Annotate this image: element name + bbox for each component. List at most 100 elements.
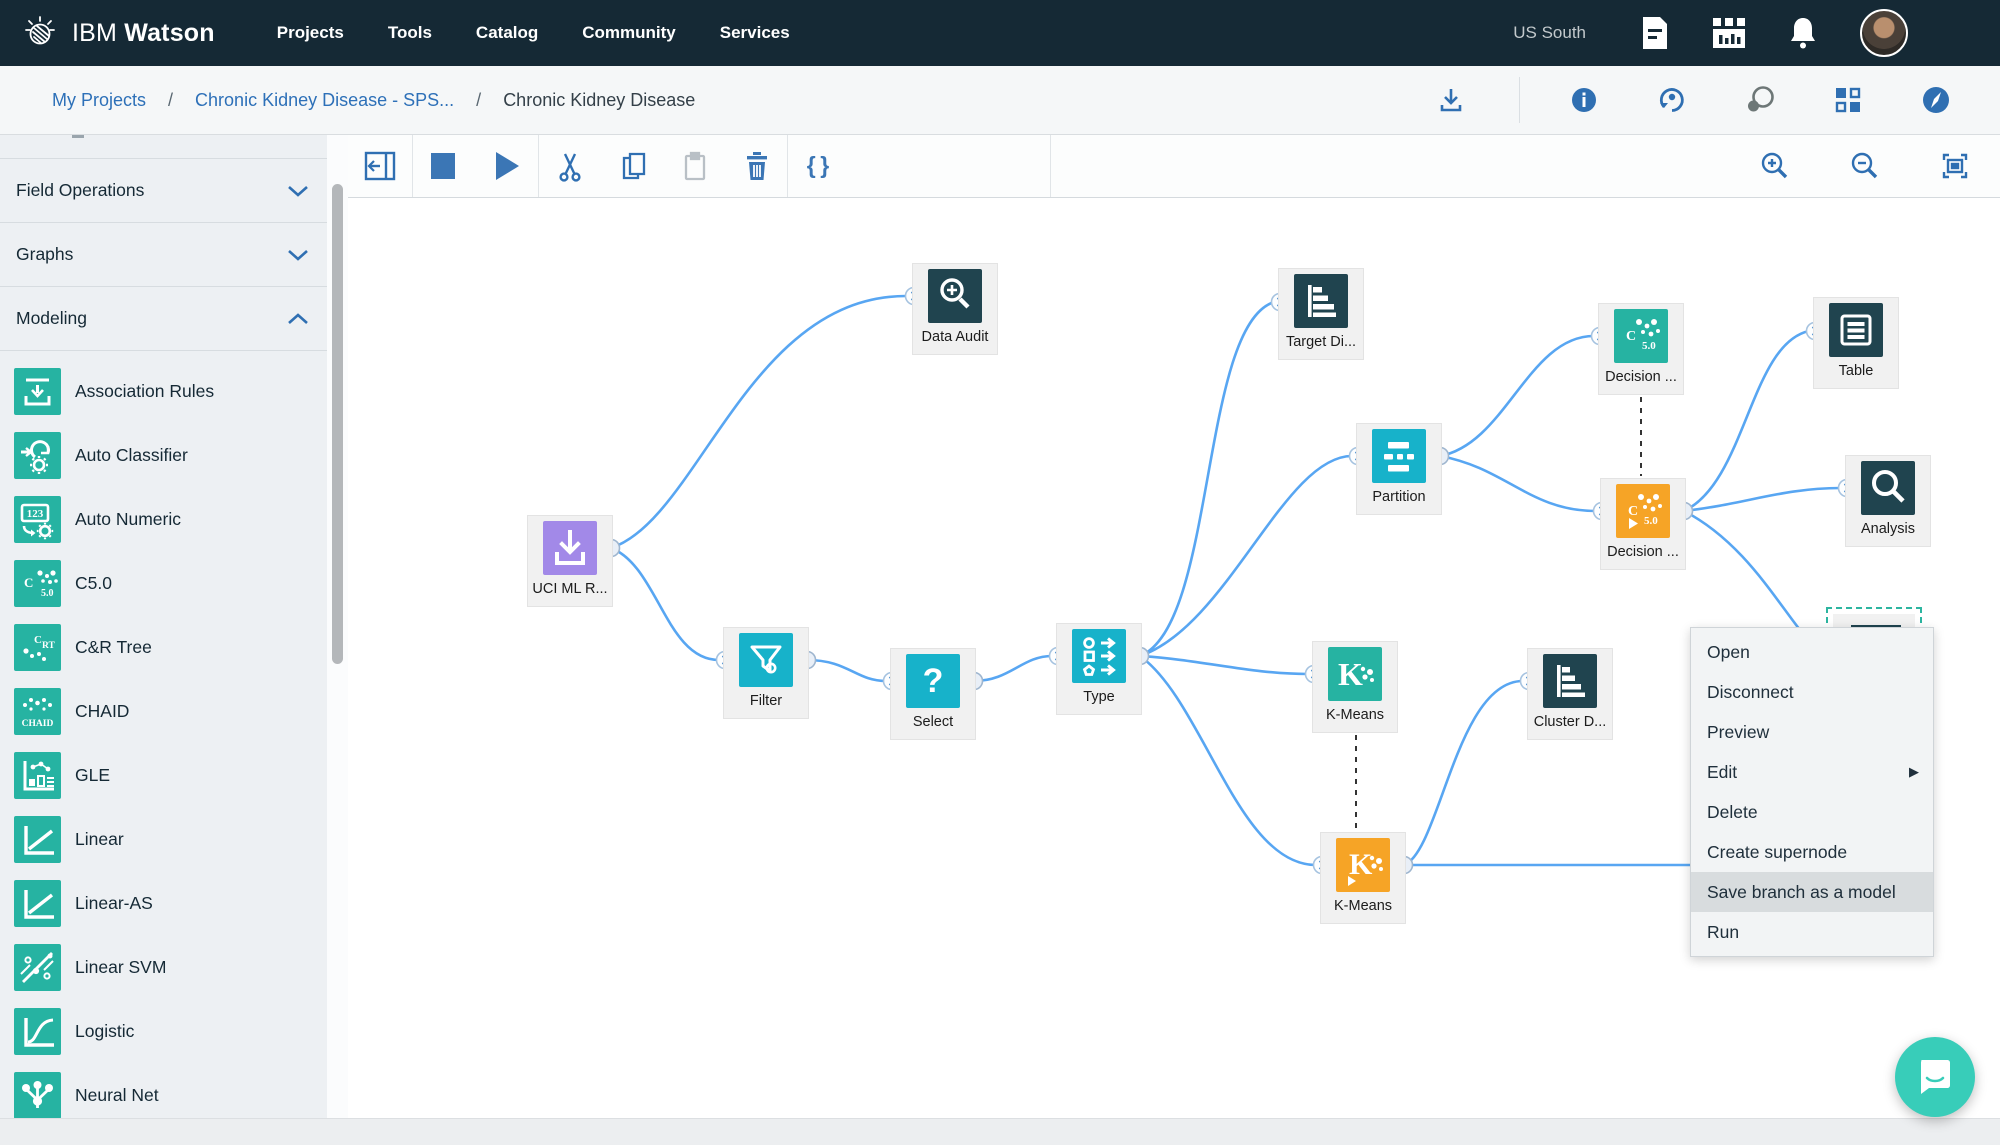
- nav-item-tools[interactable]: Tools: [388, 23, 432, 43]
- fit-to-view-icon[interactable]: [1933, 134, 1977, 197]
- document-icon[interactable]: [1638, 16, 1672, 50]
- connection-wire: [1683, 509, 1802, 631]
- palette-item-neural-net[interactable]: Neural Net: [0, 1063, 327, 1118]
- hide-palette-icon[interactable]: [358, 134, 402, 197]
- kmeans-model-icon: K: [1336, 838, 1390, 892]
- apps-icon[interactable]: [1712, 16, 1746, 50]
- node-analysis[interactable]: Analysis: [1845, 455, 1931, 547]
- menu-item-disconnect[interactable]: Disconnect: [1691, 672, 1933, 712]
- connection-wire: [1683, 329, 1810, 513]
- zoom-out-icon[interactable]: [1843, 134, 1887, 197]
- copy-icon[interactable]: [611, 134, 655, 197]
- import-icon: [543, 521, 597, 575]
- comments-icon[interactable]: [1740, 80, 1780, 120]
- chevron-down-icon: [288, 185, 308, 197]
- node-label: Table: [1838, 363, 1874, 379]
- bottom-scrollbar-track[interactable]: [0, 1118, 2000, 1145]
- palette-item-logistic[interactable]: Logistic: [0, 999, 327, 1063]
- node-uci-ml-source[interactable]: UCI ML R...: [527, 515, 613, 607]
- palette-item-linear[interactable]: Linear: [0, 807, 327, 871]
- nav-item-catalog[interactable]: Catalog: [476, 23, 538, 43]
- connection-wire: [610, 546, 720, 662]
- paste-icon[interactable]: [673, 134, 717, 197]
- download-icon[interactable]: [1431, 80, 1471, 120]
- info-icon[interactable]: [1564, 80, 1604, 120]
- breadcrumb-project[interactable]: Chronic Kidney Disease - SPS...: [195, 90, 454, 111]
- node-partition[interactable]: Partition: [1356, 423, 1442, 515]
- palette-item-cr-tree[interactable]: C RT C&R Tree: [0, 615, 327, 679]
- svg-text:C: C: [24, 575, 33, 590]
- palette-item-label: CHAID: [75, 700, 130, 721]
- brand-text: IBM Watson: [72, 18, 215, 47]
- breadcrumb-bar: My Projects / Chronic Kidney Disease - S…: [0, 66, 2000, 135]
- run-icon[interactable]: [485, 134, 529, 197]
- svg-text:C: C: [34, 634, 42, 646]
- cut-icon[interactable]: [548, 134, 592, 197]
- blocks-icon[interactable]: [1828, 80, 1868, 120]
- palette-item-association-rules[interactable]: Association Rules: [0, 359, 327, 423]
- breadcrumb: My Projects / Chronic Kidney Disease - S…: [52, 90, 695, 111]
- node-label: Decision ...: [1607, 544, 1679, 560]
- node-cluster-distribution[interactable]: Cluster D...: [1527, 648, 1613, 740]
- menu-item-create-supernode[interactable]: Create supernode: [1691, 832, 1933, 872]
- chat-bubble-icon: [1921, 1060, 1950, 1094]
- palette-section-field-operations[interactable]: Field Operations: [0, 159, 327, 223]
- connection-wire: [1139, 454, 1353, 658]
- node-decision-c50[interactable]: C 5.0 Decision ...: [1598, 303, 1684, 395]
- avatar[interactable]: [1860, 9, 1908, 57]
- nav-item-projects[interactable]: Projects: [277, 23, 344, 43]
- node-data-audit[interactable]: Data Audit: [912, 263, 998, 355]
- region-label[interactable]: US South: [1513, 23, 1586, 43]
- palette-partial-row: [0, 134, 327, 159]
- node-label: Analysis: [1861, 521, 1915, 537]
- menu-item-delete[interactable]: Delete: [1691, 792, 1933, 832]
- palette-item-gle[interactable]: GLE: [0, 743, 327, 807]
- palette-item-c50[interactable]: C 5.0 C5.0: [0, 551, 327, 615]
- flow-canvas[interactable]: UCI ML R... Data Audit Filter ? Select T…: [348, 198, 2000, 1144]
- notifications-bell-icon[interactable]: [1786, 16, 1820, 50]
- palette-item-auto-numeric[interactable]: 123 Auto Numeric: [0, 487, 327, 551]
- palette-item-linear-svm[interactable]: Linear SVM: [0, 935, 327, 999]
- node-label: Target Di...: [1285, 334, 1357, 350]
- menu-item-edit[interactable]: Edit ▶: [1691, 752, 1933, 792]
- sidebar-scrollbar-track[interactable]: [327, 134, 348, 1118]
- data-audit-icon: [928, 269, 982, 323]
- node-kmeans[interactable]: K K-Means: [1312, 641, 1398, 733]
- node-label: Decision ...: [1605, 369, 1677, 385]
- connection-wire: [1439, 454, 1597, 513]
- chat-launcher-button[interactable]: [1895, 1037, 1975, 1117]
- menu-item-run[interactable]: Run: [1691, 912, 1933, 952]
- nav-item-community[interactable]: Community: [582, 23, 676, 43]
- palette-section-graphs[interactable]: Graphs: [0, 223, 327, 287]
- node-kmeans-nugget[interactable]: K K-Means: [1320, 832, 1406, 924]
- node-filter[interactable]: Filter: [723, 627, 809, 719]
- breadcrumb-my-projects[interactable]: My Projects: [52, 90, 146, 111]
- stop-icon[interactable]: [421, 134, 465, 197]
- ibm-watson-logo[interactable]: IBM Watson: [22, 13, 215, 54]
- connection-wire: [1139, 654, 1317, 867]
- node-target-distribution[interactable]: Target Di...: [1278, 268, 1364, 360]
- menu-item-save-branch-as-model[interactable]: Save branch as a model: [1691, 872, 1933, 912]
- section-label: Modeling: [16, 308, 88, 328]
- palette-section-modeling[interactable]: Modeling: [0, 287, 327, 351]
- palette-item-label: Linear: [75, 828, 124, 849]
- history-icon[interactable]: [1652, 80, 1692, 120]
- code-braces-icon[interactable]: { }: [796, 134, 840, 197]
- node-label: Filter: [749, 693, 783, 709]
- palette-item-chaid[interactable]: CHAID CHAID: [0, 679, 327, 743]
- menu-item-preview[interactable]: Preview: [1691, 712, 1933, 752]
- compass-icon[interactable]: [1916, 80, 1956, 120]
- node-decision-c50-nugget[interactable]: C 5.0 Decision ...: [1600, 478, 1686, 570]
- palette-item-auto-classifier[interactable]: Auto Classifier: [0, 423, 327, 487]
- connection-wire: [1439, 334, 1595, 458]
- zoom-in-icon[interactable]: [1753, 134, 1797, 197]
- node-type[interactable]: Type: [1056, 623, 1142, 715]
- palette-item-linear-as[interactable]: Linear-AS: [0, 871, 327, 935]
- sidebar-scrollbar-thumb[interactable]: [332, 184, 343, 664]
- kmeans-icon: K: [1328, 647, 1382, 701]
- node-table[interactable]: Table: [1813, 297, 1899, 389]
- menu-item-open[interactable]: Open: [1691, 632, 1933, 672]
- delete-trash-icon[interactable]: [735, 134, 779, 197]
- node-select[interactable]: ? Select: [890, 648, 976, 740]
- nav-item-services[interactable]: Services: [720, 23, 790, 43]
